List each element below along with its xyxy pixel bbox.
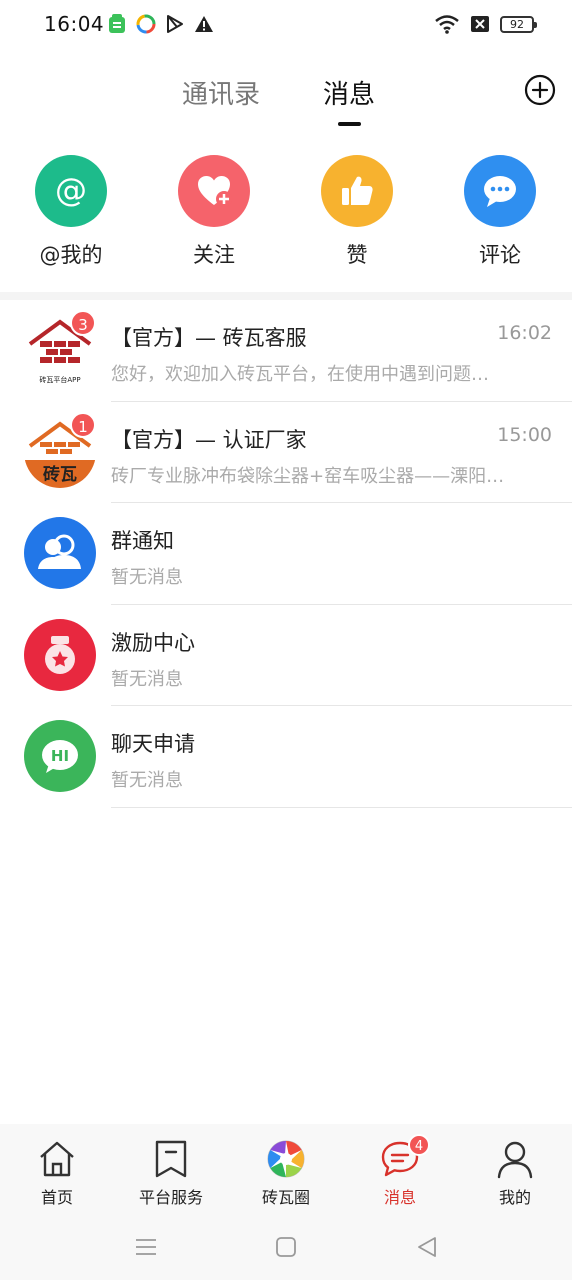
status-time: 16:04 (44, 12, 105, 36)
nav-item-home[interactable]: 首页 (7, 1138, 107, 1208)
quick-action-label: 评论 (479, 243, 521, 267)
nav-unread-badge: 4 (408, 1134, 430, 1156)
message-list: 砖瓦平台APP 3 【官方】— 砖瓦客服 16:02 您好，欢迎加入砖瓦平台，在… (0, 300, 572, 808)
message-preview: 砖厂专业脉冲布袋除尘器+窑车吸尘器——溧阳… (111, 465, 505, 487)
home-square-icon[interactable] (271, 1232, 301, 1262)
status-bar: 16:04 92 (0, 0, 572, 52)
menu-icon[interactable] (131, 1232, 161, 1262)
avatar-text: 砖瓦 (43, 464, 77, 485)
quick-actions: @ @我的 关注 赞 评论 (0, 150, 572, 290)
chat-bubble-icon (464, 155, 536, 227)
avatar-text: 砖瓦平台APP (39, 375, 80, 384)
hi-bubble-icon: HI (24, 720, 96, 792)
colorful-app-icon (136, 14, 156, 34)
nav-label: 我的 (498, 1188, 531, 1207)
message-title: 激励中心 (111, 630, 195, 655)
app-store-icon (109, 14, 125, 33)
nav-label: 平台服务 (138, 1188, 203, 1207)
nav-item-brick-circle[interactable]: 砖瓦圈 (236, 1138, 336, 1208)
user-icon (497, 1141, 533, 1179)
message-title: 群通知 (111, 529, 174, 553)
nav-item-platform-services[interactable]: 平台服务 (121, 1138, 221, 1208)
bookmark-icon (155, 1140, 187, 1178)
aperture-icon (267, 1140, 305, 1178)
nav-item-messages[interactable]: 4 消息 (350, 1134, 450, 1208)
warning-icon (195, 16, 213, 32)
section-divider (0, 292, 572, 300)
bottom-nav: 首页 平台服务 砖瓦圈 4 消息 我的 (0, 1124, 572, 1220)
message-row-certified-factory[interactable]: 砖瓦 1 【官方】— 认证厂家 15:00 砖厂专业脉冲布袋除尘器+窑车吸尘器—… (0, 402, 572, 503)
plus-circle-icon[interactable] (524, 74, 556, 106)
play-store-icon (167, 15, 183, 33)
message-title: 【官方】— 认证厂家 (111, 427, 307, 452)
message-row-incentive-center[interactable]: 激励中心 暂无消息 (0, 605, 572, 706)
header: 通讯录 消息 (0, 60, 572, 136)
message-time: 15:00 (497, 423, 552, 446)
sim-off-icon (471, 16, 489, 32)
quick-action-at-me[interactable]: @ @我的 (11, 155, 131, 269)
active-tab-indicator (338, 122, 361, 126)
row-divider (111, 806, 572, 808)
quick-action-label: @我的 (39, 243, 103, 267)
message-title: 聊天申请 (111, 732, 195, 756)
battery-icon: 92 (500, 15, 537, 33)
message-row-chat-request[interactable]: HI 聊天申请 暂无消息 (0, 706, 572, 808)
message-row-group-notice[interactable]: 群通知 暂无消息 (0, 503, 572, 605)
message-row-customer-service[interactable]: 砖瓦平台APP 3 【官方】— 砖瓦客服 16:02 您好，欢迎加入砖瓦平台，在… (0, 300, 572, 402)
message-time: 16:02 (497, 322, 552, 344)
svg-text:@: @ (55, 172, 87, 209)
at-icon: @ (35, 155, 107, 227)
message-title: 【官方】— 砖瓦客服 (111, 326, 307, 350)
group-icon (24, 517, 96, 589)
nav-label: 首页 (40, 1188, 73, 1207)
tab-contacts[interactable]: 通讯录 (182, 74, 260, 111)
system-navigation-bar (0, 1220, 572, 1280)
tab-messages[interactable]: 消息 (323, 74, 375, 111)
wifi-icon (435, 15, 459, 34)
message-preview: 暂无消息 (111, 567, 183, 588)
quick-action-label: 赞 (346, 243, 368, 267)
message-preview: 暂无消息 (111, 668, 183, 690)
message-preview: 您好，欢迎加入砖瓦平台，在使用中遇到问题… (111, 364, 489, 385)
hi-text: HI (51, 747, 69, 765)
quick-action-like[interactable]: 赞 (297, 155, 417, 269)
message-preview: 暂无消息 (111, 770, 183, 791)
status-system-icons: 92 (434, 14, 537, 34)
heart-plus-icon (178, 155, 250, 227)
quick-action-comment[interactable]: 评论 (440, 155, 560, 269)
thumbs-up-icon (321, 155, 393, 227)
unread-badge: 3 (70, 310, 96, 336)
back-triangle-icon[interactable] (411, 1232, 441, 1262)
status-notification-icons (108, 14, 214, 34)
home-icon (40, 1141, 74, 1177)
quick-action-label: 关注 (193, 243, 235, 267)
quick-action-follow[interactable]: 关注 (154, 155, 274, 269)
nav-label: 消息 (383, 1188, 416, 1207)
medal-icon (24, 618, 96, 691)
unread-badge: 1 (70, 411, 96, 438)
nav-label: 砖瓦圈 (261, 1188, 310, 1207)
nav-item-me[interactable]: 我的 (465, 1138, 565, 1208)
